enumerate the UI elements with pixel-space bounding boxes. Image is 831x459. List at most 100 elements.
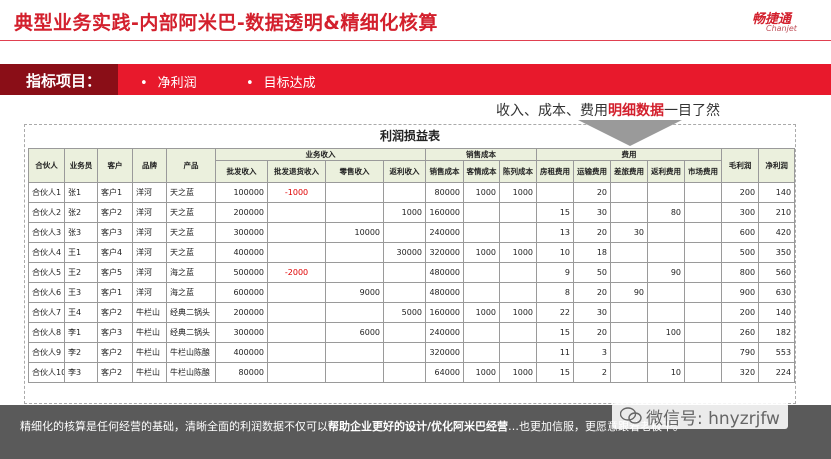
table-cell: 牛栏山 bbox=[132, 302, 167, 323]
table-cell: 李1 bbox=[64, 322, 98, 343]
table-cell: 洋河 bbox=[132, 222, 167, 243]
table-cell: 牛栏山 bbox=[132, 342, 167, 363]
table-cell: 牛栏山陈酿 bbox=[166, 342, 216, 363]
table-cell bbox=[498, 262, 538, 283]
table-cell: 20 bbox=[573, 322, 612, 343]
table-cell bbox=[498, 322, 538, 343]
chanjet-logo: 畅捷通 Chanjet bbox=[752, 8, 818, 34]
table-cell bbox=[610, 262, 649, 283]
table-cell: 9 bbox=[536, 262, 575, 283]
table-cell: 200 bbox=[721, 302, 760, 323]
table-title: 利润损益表 bbox=[379, 129, 440, 143]
table-cell bbox=[684, 262, 723, 283]
table-cell: 630 bbox=[758, 282, 796, 303]
table-cell: 20 bbox=[573, 282, 612, 303]
table-cell: 600 bbox=[721, 222, 760, 243]
column-header: 合伙人 bbox=[28, 148, 65, 183]
table-cell bbox=[463, 282, 500, 303]
table-cell bbox=[498, 222, 538, 243]
table-cell: 客户4 bbox=[97, 242, 133, 263]
table-cell: 200000 bbox=[215, 302, 268, 323]
table-cell bbox=[684, 282, 723, 303]
table-cell: 1000 bbox=[463, 242, 500, 263]
table-cell bbox=[383, 282, 426, 303]
table-cell bbox=[383, 362, 426, 383]
column-header: 批发退货收入 bbox=[267, 160, 326, 183]
table-cell: 天之蓝 bbox=[166, 222, 216, 243]
table-cell: 洋河 bbox=[132, 242, 167, 263]
table-cell: 80000 bbox=[215, 362, 268, 383]
table-cell: 张1 bbox=[64, 182, 98, 203]
annotation-text: 收入、成本、费用明细数据一目了然 bbox=[496, 103, 720, 119]
table-cell bbox=[463, 202, 500, 223]
table-row: 合伙人8 李1 客户3 牛栏山 经典二锅头 300000 6000 240000 15 20 100… bbox=[28, 322, 796, 343]
table-cell: 100 bbox=[647, 322, 686, 343]
table-cell: 王2 bbox=[64, 262, 98, 283]
table-cell: 200000 bbox=[215, 202, 268, 223]
table-cell: 合伙人10 bbox=[28, 362, 65, 383]
table-cell: 20 bbox=[573, 182, 612, 203]
table-cell: 80000 bbox=[425, 182, 464, 203]
table-cell: 90 bbox=[647, 262, 686, 283]
wechat-watermark: 微信号: hnyzrjfw bbox=[612, 403, 788, 429]
table-cell: 30000 bbox=[383, 242, 426, 263]
column-header: 销售成本 bbox=[425, 160, 464, 183]
table-cell: 20 bbox=[573, 222, 612, 243]
table-cell: 1000 bbox=[498, 302, 538, 323]
table-cell bbox=[647, 342, 686, 363]
table-cell: 3 bbox=[573, 342, 612, 363]
table-row: 合伙人4 王1 客户4 洋河 天之蓝 400000 30000 320000 1000 1000 1… bbox=[28, 242, 796, 263]
table-cell: 合伙人4 bbox=[28, 242, 65, 263]
table-cell bbox=[684, 342, 723, 363]
table-cell bbox=[647, 282, 686, 303]
table-cell: 海之蓝 bbox=[166, 282, 216, 303]
table-cell: 420 bbox=[758, 222, 796, 243]
group-header-cost: 销售成本 bbox=[424, 148, 538, 161]
table-cell: 1000 bbox=[498, 362, 538, 383]
table-cell bbox=[383, 322, 426, 343]
table-cell bbox=[383, 342, 426, 363]
table-cell: 王3 bbox=[64, 282, 98, 303]
table-cell: 160000 bbox=[425, 202, 464, 223]
column-header: 客户 bbox=[97, 148, 133, 183]
table-cell bbox=[383, 222, 426, 243]
column-header: 毛利润 bbox=[721, 148, 760, 183]
table-row: 合伙人5 王2 客户5 洋河 海之蓝 500000 -2000 480000 9 50 90 800 5… bbox=[28, 262, 796, 283]
table-cell: 经典二锅头 bbox=[166, 322, 216, 343]
indicator-item-net-profit: • 净利润 bbox=[140, 76, 197, 91]
table-cell: 10 bbox=[536, 242, 575, 263]
table-cell: 客户2 bbox=[97, 202, 133, 223]
table-cell: 张3 bbox=[64, 222, 98, 243]
table-cell: 1000 bbox=[383, 202, 426, 223]
column-header: 差旅费用 bbox=[610, 160, 649, 183]
table-cell: 客户3 bbox=[97, 322, 133, 343]
table-cell: 客户2 bbox=[97, 362, 133, 383]
table-cell: 50 bbox=[573, 262, 612, 283]
table-cell bbox=[610, 202, 649, 223]
table-cell: 553 bbox=[758, 342, 796, 363]
wechat-icon bbox=[620, 407, 642, 424]
table-cell bbox=[684, 202, 723, 223]
indicator-item-label: 目标达成 bbox=[263, 76, 316, 91]
table-cell: 30 bbox=[573, 202, 612, 223]
table-cell: 22 bbox=[536, 302, 575, 323]
table-row: 合伙人9 李2 客户2 牛栏山 牛栏山陈酿 400000 320000 11 3 790 553 bbox=[28, 342, 796, 363]
table-cell: -1000 bbox=[267, 182, 326, 203]
table-cell: 天之蓝 bbox=[166, 202, 216, 223]
table-cell bbox=[498, 282, 538, 303]
table-cell: 15 bbox=[536, 202, 575, 223]
table-header-group-row: 合伙人 业务员 客户 品牌 产品 业务收入 销售成本 费用 毛利润 净利润 bbox=[28, 148, 796, 183]
table-cell: 350 bbox=[758, 242, 796, 263]
table-cell: 160000 bbox=[425, 302, 464, 323]
column-header: 返利费用 bbox=[647, 160, 686, 183]
table-cell: 洋河 bbox=[132, 202, 167, 223]
table-cell: 1000 bbox=[463, 182, 500, 203]
group-header-revenue: 业务收入 bbox=[215, 148, 426, 161]
table-cell: 200 bbox=[721, 182, 760, 203]
table-cell: 300000 bbox=[215, 322, 268, 343]
table-cell: 480000 bbox=[425, 282, 464, 303]
table-cell: 1000 bbox=[463, 362, 500, 383]
table-cell: 合伙人7 bbox=[28, 302, 65, 323]
table-cell: 合伙人1 bbox=[28, 182, 65, 203]
table-cell: 1000 bbox=[498, 242, 538, 263]
